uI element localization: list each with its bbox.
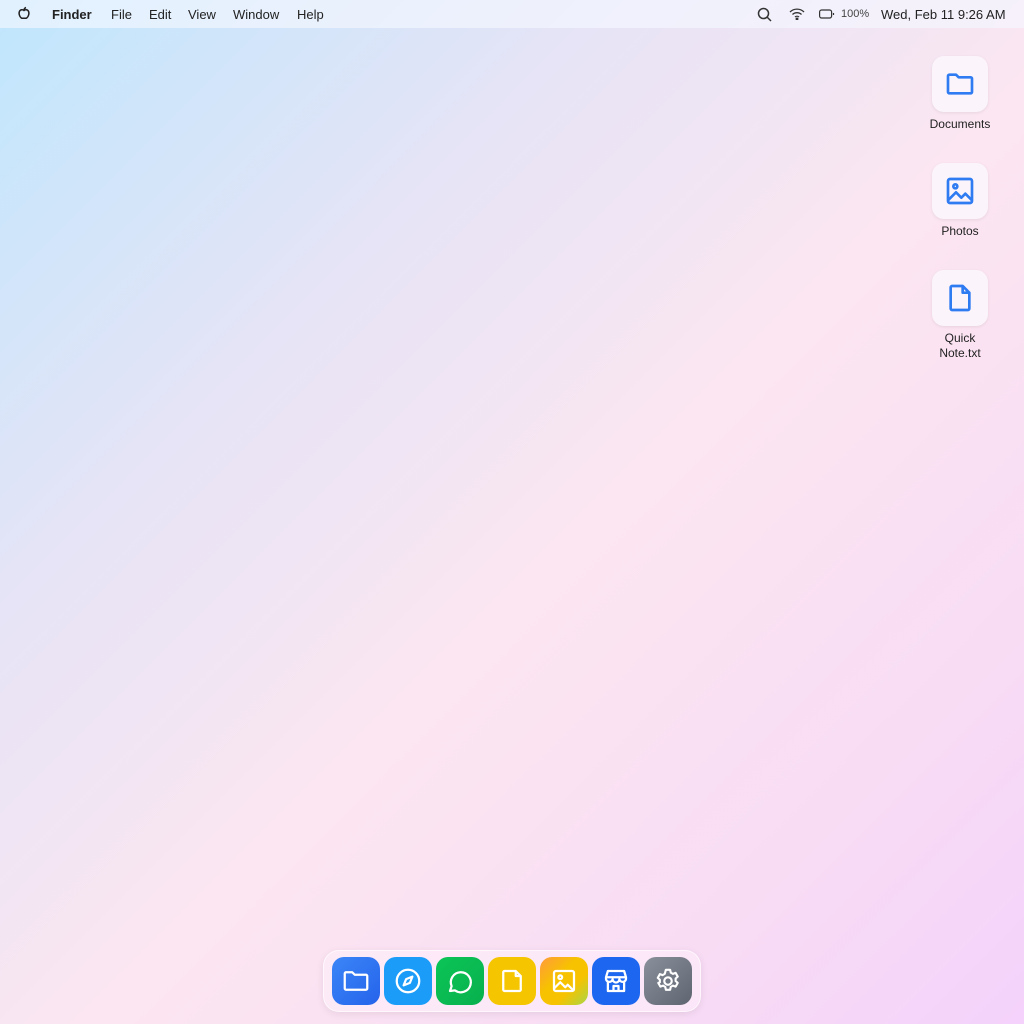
menu-window[interactable]: Window — [233, 7, 279, 22]
file-icon — [944, 282, 976, 314]
folder-icon — [944, 68, 976, 100]
menu-app-name[interactable]: Finder — [52, 7, 92, 22]
image-icon — [549, 966, 579, 996]
store-icon — [601, 966, 631, 996]
dock-app-safari[interactable] — [384, 957, 432, 1005]
note-icon — [497, 966, 527, 996]
desktop-item-quick-note[interactable]: Quick Note.txt — [920, 270, 1000, 361]
battery-icon[interactable] — [819, 9, 835, 19]
wifi-icon[interactable] — [789, 8, 805, 20]
folder-icon — [341, 966, 371, 996]
battery-percent: 100% — [841, 8, 869, 20]
menu-file[interactable]: File — [111, 7, 132, 22]
menu-help[interactable]: Help — [297, 7, 324, 22]
clock[interactable]: Wed, Feb 11 9:26 AM — [881, 7, 1006, 22]
menu-view[interactable]: View — [188, 7, 216, 22]
dock-app-settings[interactable] — [644, 957, 692, 1005]
dock-app-messages[interactable] — [436, 957, 484, 1005]
desktop-item-label: Documents — [920, 117, 1000, 132]
search-icon[interactable] — [757, 7, 772, 22]
desktop-item-label: Photos — [920, 224, 1000, 239]
dock-app-notes[interactable] — [488, 957, 536, 1005]
gear-icon — [653, 966, 683, 996]
desktop-item-documents[interactable]: Documents — [920, 56, 1000, 132]
desktop-item-label: Quick Note.txt — [930, 331, 990, 361]
dock-app-photos[interactable] — [540, 957, 588, 1005]
menu-bar: Finder File Edit View Window Help 100% W… — [0, 0, 1024, 28]
compass-icon — [393, 966, 423, 996]
menu-edit[interactable]: Edit — [149, 7, 171, 22]
dock-app-app-store[interactable] — [592, 957, 640, 1005]
dock — [323, 950, 701, 1012]
desktop-item-photos[interactable]: Photos — [920, 163, 1000, 239]
image-icon — [944, 175, 976, 207]
chat-bubble-icon — [445, 966, 475, 996]
apple-menu-icon[interactable] — [16, 6, 32, 22]
dock-app-finder[interactable] — [332, 957, 380, 1005]
